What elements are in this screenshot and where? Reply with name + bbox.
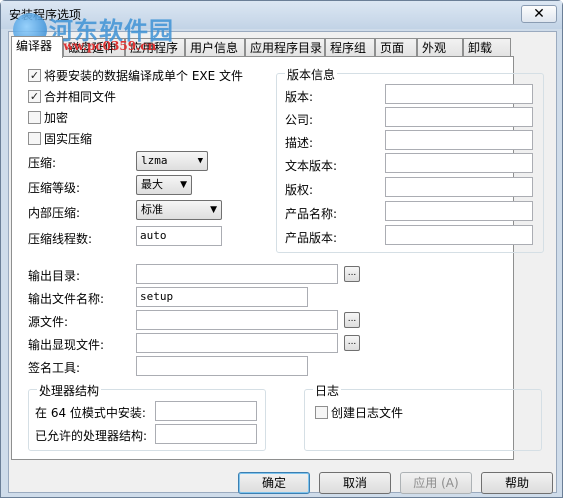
version-info-title: 版本信息 — [285, 66, 338, 83]
source-file-input[interactable] — [136, 310, 338, 330]
x64-mode-input[interactable] — [155, 401, 257, 421]
text-version-label: 文本版本: — [285, 159, 338, 173]
version-input[interactable] — [385, 84, 533, 104]
product-name-input[interactable] — [385, 201, 533, 221]
threads-input[interactable]: auto — [136, 226, 222, 246]
allowed-architectures-label: 已允许的处理器结构: — [35, 429, 148, 443]
allowed-architectures-input[interactable] — [155, 424, 257, 444]
copyright-input[interactable] — [385, 177, 533, 197]
output-filename-label: 输出文件名称: — [28, 292, 105, 306]
encrypt-label: 加密 — [44, 111, 69, 125]
dialog-client: 编译器 磁盘延伸 应用程序 用户信息 应用程序目录 程序组 页面 外观 卸载 ✓… — [8, 31, 557, 494]
version-info-group: 版本信息 版本: 公司: 描述: 文本版本: 版权: 产品名称: 产品版本: — [276, 66, 544, 253]
log-title: 日志 — [313, 382, 342, 399]
tab-uninstall[interactable]: 卸载 — [463, 38, 511, 57]
output-dir-label: 输出目录: — [28, 269, 81, 283]
source-file-browse-button[interactable]: ... — [344, 312, 360, 328]
threads-label: 压缩线程数: — [28, 232, 93, 246]
text-version-input[interactable] — [385, 153, 533, 173]
compression-label: 压缩: — [28, 156, 57, 170]
copyright-label: 版权: — [285, 183, 314, 197]
output-filename-input[interactable]: setup — [136, 287, 308, 307]
compression-level-value: 最大 — [141, 178, 163, 191]
solid-compression-label: 固实压缩 — [44, 132, 93, 146]
dialog-window: 安装程序选项 ✕ 编译器 磁盘延伸 应用程序 用户信息 应用程序目录 程序组 页… — [0, 0, 563, 498]
company-label: 公司: — [285, 113, 314, 127]
output-dir-input[interactable] — [136, 264, 338, 284]
x64-mode-label: 在 64 位模式中安装: — [35, 406, 146, 420]
manifest-file-label: 输出显现文件: — [28, 338, 105, 352]
processor-architecture-title: 处理器结构 — [37, 382, 102, 399]
processor-architecture-group: 处理器结构 在 64 位模式中安装: 已允许的处理器结构: — [28, 382, 266, 451]
product-version-input[interactable] — [385, 225, 533, 245]
sign-tool-input[interactable] — [136, 356, 308, 376]
internal-compression-value: 标准 — [141, 203, 163, 216]
product-name-label: 产品名称: — [285, 207, 338, 221]
encrypt-checkbox[interactable]: 加密 — [28, 109, 68, 126]
single-exe-label: 将要安装的数据编译成单个 EXE 文件 — [44, 69, 244, 83]
chevron-down-icon: ▼ — [180, 180, 187, 190]
source-file-label: 源文件: — [28, 315, 69, 329]
single-exe-checkbox[interactable]: ✓ 将要安装的数据编译成单个 EXE 文件 — [28, 67, 243, 84]
chevron-down-icon: ▼ — [210, 205, 217, 215]
tab-compiler[interactable]: 编译器 — [11, 36, 63, 58]
tab-pages[interactable]: 页面 — [375, 38, 417, 57]
compiler-page: ✓ 将要安装的数据编译成单个 EXE 文件 ✓ 合并相同文件 加密 固实压缩 压… — [11, 56, 544, 460]
help-button[interactable]: 帮助 — [481, 472, 553, 494]
company-input[interactable] — [385, 107, 533, 127]
log-group: 日志 创建日志文件 — [304, 382, 542, 451]
tab-app-directory[interactable]: 应用程序目录 — [245, 38, 325, 57]
ok-button[interactable]: 确定 — [238, 472, 310, 494]
tab-program-group[interactable]: 程序组 — [325, 38, 375, 57]
create-log-checkbox[interactable]: 创建日志文件 — [315, 404, 403, 421]
tab-appearance[interactable]: 外观 — [417, 38, 463, 57]
compression-select[interactable]: lzma ▼ — [136, 151, 208, 171]
internal-compression-select[interactable]: 标准 ▼ — [136, 200, 222, 220]
sign-tool-label: 签名工具: — [28, 361, 81, 375]
compression-level-label: 压缩等级: — [28, 181, 81, 195]
description-input[interactable] — [385, 130, 533, 150]
solid-compression-checkbox[interactable]: 固实压缩 — [28, 130, 92, 147]
checkbox-check-icon: ✓ — [28, 90, 41, 103]
close-button[interactable]: ✕ — [521, 5, 557, 23]
manifest-file-input[interactable] — [136, 333, 338, 353]
output-dir-browse-button[interactable]: ... — [344, 266, 360, 282]
description-label: 描述: — [285, 136, 314, 150]
merge-identical-label: 合并相同文件 — [44, 90, 117, 104]
compression-value: lzma — [141, 154, 168, 167]
internal-compression-label: 内部压缩: — [28, 206, 81, 220]
compression-level-select[interactable]: 最大 ▼ — [136, 175, 192, 195]
merge-identical-checkbox[interactable]: ✓ 合并相同文件 — [28, 88, 116, 105]
create-log-label: 创建日志文件 — [331, 406, 404, 420]
checkbox-check-icon: ✓ — [28, 69, 41, 82]
cancel-button[interactable]: 取消 — [319, 472, 391, 494]
product-version-label: 产品版本: — [285, 231, 338, 245]
watermark-url: www.pc0359.cn — [53, 39, 157, 53]
version-label: 版本: — [285, 90, 314, 104]
apply-button[interactable]: 应用 (A) — [400, 472, 472, 494]
manifest-file-browse-button[interactable]: ... — [344, 335, 360, 351]
chevron-down-icon: ▼ — [197, 156, 203, 166]
